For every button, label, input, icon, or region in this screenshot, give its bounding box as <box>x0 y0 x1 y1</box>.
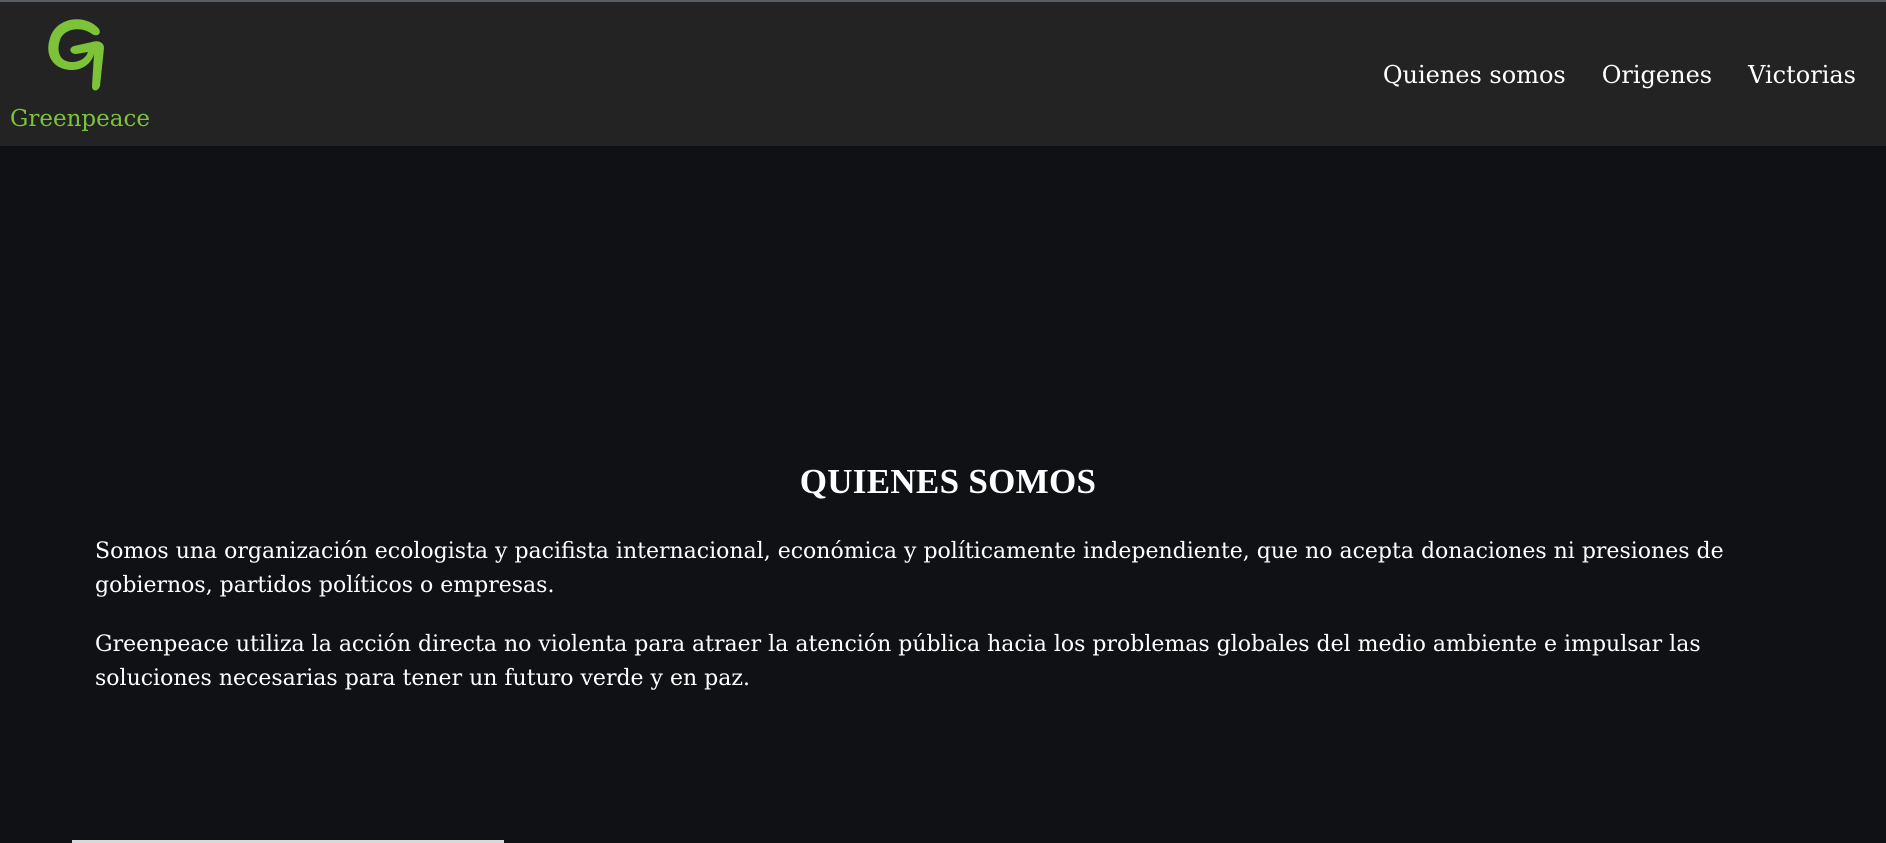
greenpeace-logo-link[interactable]: Greenpeace <box>8 12 150 137</box>
mission-paragraph: Greenpeace utiliza la acción directa no … <box>95 632 1701 691</box>
main-nav: Quienes somos Origenes Victorias <box>1347 61 1856 89</box>
nav-link-victorias[interactable]: Victorias <box>1748 61 1856 89</box>
greenpeace-g-logo-icon <box>48 19 104 91</box>
intro-paragraph: Somos una organización ecologista y paci… <box>95 539 1724 598</box>
site-header: Greenpeace Quienes somos Origenes Victor… <box>0 2 1886 146</box>
nav-link-quienes-somos[interactable]: Quienes somos <box>1383 61 1566 89</box>
section-title: QUIENES SOMOS <box>799 462 1097 501</box>
nav-link-origenes[interactable]: Origenes <box>1602 61 1712 89</box>
logo-text: Greenpeace <box>10 106 150 132</box>
main-content: QUIENES SOMOS Somos una organización eco… <box>0 146 1886 843</box>
